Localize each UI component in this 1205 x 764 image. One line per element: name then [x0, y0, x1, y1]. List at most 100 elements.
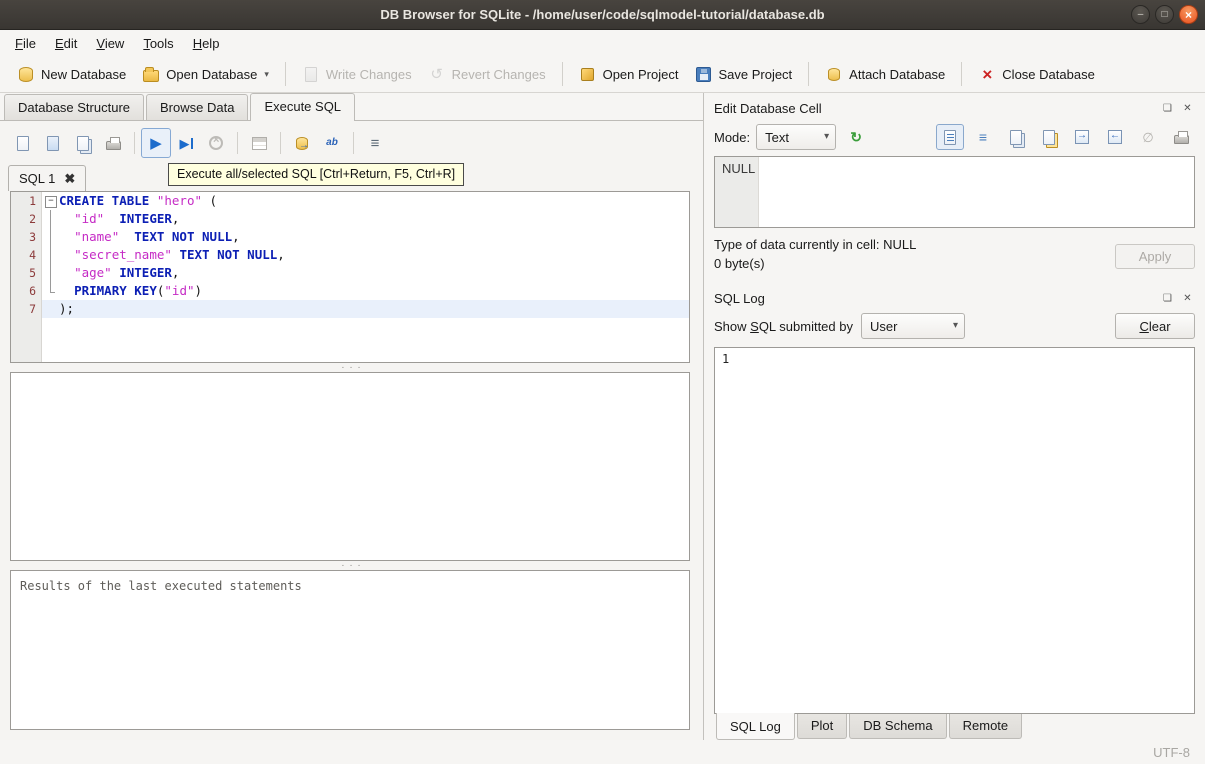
close-dock-icon[interactable]: ✕	[1180, 101, 1195, 116]
close-database-button[interactable]: × Close Database	[970, 60, 1103, 88]
main-toolbar: New Database Open Database ▾ Write Changes ↺…	[0, 56, 1205, 93]
word-wrap-button[interactable]: ≡	[969, 124, 997, 150]
submitted-by-combo[interactable]: User	[861, 313, 965, 339]
close-button[interactable]: ×	[1179, 5, 1198, 24]
attach-database-icon	[825, 65, 843, 83]
sql-log-title: SQL Log	[714, 291, 765, 306]
clear-button[interactable]: Clear	[1115, 313, 1195, 339]
dropdown-arrow-icon[interactable]: ▾	[264, 69, 269, 80]
tab-execute-sql[interactable]: Execute SQL	[250, 93, 356, 121]
mode-combo[interactable]: Text	[756, 124, 837, 150]
dock-tab-plot[interactable]: Plot	[796, 714, 848, 739]
line-number: 6	[29, 284, 36, 298]
new-database-button[interactable]: New Database	[9, 60, 134, 88]
code-text: "name" TEXT NOT NULL,	[74, 229, 240, 244]
statusbar: UTF-8	[0, 740, 1205, 764]
code-text: PRIMARY KEY("id")	[74, 283, 203, 298]
menubar: File Edit View Tools Help	[0, 30, 1205, 56]
print-cell-icon	[1172, 128, 1190, 146]
minimize-button[interactable]: –	[1131, 5, 1150, 24]
copy-cell-button[interactable]	[1002, 124, 1030, 150]
float-dock-icon-2[interactable]: ❏	[1160, 291, 1175, 306]
apply-button-label: Apply	[1138, 248, 1172, 264]
save-sql-file-as-button[interactable]	[68, 128, 98, 158]
sql-editor[interactable]: 1CREATE TABLE "hero" (2 "id" INTEGER,3 "…	[10, 191, 690, 363]
fold-marker-icon	[41, 210, 59, 228]
execute-current-line-button[interactable]: ▶	[171, 128, 201, 158]
toolbar-separator	[284, 62, 286, 86]
text-view-button[interactable]	[936, 124, 964, 150]
titlebar[interactable]: DB Browser for SQLite - /home/user/code/…	[0, 0, 1205, 30]
results-message-pane[interactable]: Results of the last executed statements	[10, 570, 690, 730]
execute-all-icon: ▶	[150, 134, 162, 152]
find-replace-button[interactable]: ab	[317, 128, 347, 158]
execute-all-button[interactable]: ▶	[141, 128, 171, 158]
submitted-by-value: User	[870, 318, 898, 334]
tab-database-structure[interactable]: Database Structure	[4, 94, 145, 120]
float-dock-icon[interactable]: ❏	[1160, 101, 1175, 116]
save-sql-file-icon	[44, 134, 62, 152]
set-as-null-icon: ∅	[1142, 129, 1154, 145]
splitter-handle-2[interactable]	[0, 561, 703, 570]
execute-sql-panel: Database Structure Browse Data Execute SQL…	[0, 93, 703, 740]
print-sql-button[interactable]	[98, 128, 128, 158]
code-text: "id" INTEGER,	[74, 211, 180, 226]
save-sql-file-as-icon	[74, 134, 92, 152]
line-number: 3	[29, 230, 36, 244]
stop-execution-icon	[207, 134, 225, 152]
execute-tooltip: Execute all/selected SQL [Ctrl+Return, F…	[168, 163, 465, 186]
import-from-file-icon	[1073, 128, 1091, 146]
menu-file[interactable]: File	[6, 32, 45, 55]
results-grid[interactable]	[10, 372, 690, 561]
splitter-handle[interactable]	[0, 363, 703, 372]
cell-size-info: 0 byte(s)	[714, 256, 765, 271]
open-project-button[interactable]: Open Project	[571, 60, 687, 88]
format-sql-button[interactable]: ≡	[360, 128, 390, 158]
toolbar-separator	[808, 62, 810, 86]
dock-tab-remote[interactable]: Remote	[948, 714, 1023, 739]
main-tabs: Database Structure Browse Data Execute SQL	[0, 93, 703, 121]
open-sql-file-button[interactable]	[8, 128, 38, 158]
export-to-file-button[interactable]	[1101, 124, 1129, 150]
write-changes-button: Write Changes	[294, 60, 420, 88]
auto-switch-mode-button[interactable]: ↻	[842, 124, 870, 150]
tab-sql-1[interactable]: SQL 1 ✖	[8, 165, 87, 191]
format-sql-icon: ≡	[370, 134, 380, 152]
line-number: 5	[29, 266, 36, 280]
line-number: 1	[29, 194, 36, 208]
import-from-file-button[interactable]	[1068, 124, 1096, 150]
fold-marker-icon[interactable]	[41, 192, 59, 210]
tab-browse-data[interactable]: Browse Data	[146, 94, 249, 120]
window-controls: – □ ×	[1131, 5, 1198, 24]
menu-tools[interactable]: Tools	[134, 32, 182, 55]
find-replace-icon: ab	[326, 137, 338, 148]
cell-editor-area[interactable]	[759, 157, 1194, 227]
export-results-icon	[293, 134, 311, 152]
maximize-button[interactable]: □	[1155, 5, 1174, 24]
sql-log-area[interactable]: 1	[714, 347, 1195, 714]
right-dock: Edit Database Cell ❏ ✕ Mode: Text ↻ ≡∅ N…	[704, 93, 1205, 740]
write-changes-icon	[302, 65, 320, 83]
export-results-button[interactable]	[287, 128, 317, 158]
close-tab-icon[interactable]: ✖	[64, 172, 75, 185]
print-cell-button[interactable]	[1167, 124, 1195, 150]
toolbar-separator	[961, 62, 963, 86]
close-dock-icon-2[interactable]: ✕	[1180, 291, 1195, 306]
open-database-button[interactable]: Open Database ▾	[134, 60, 277, 88]
save-project-button[interactable]: Save Project	[686, 60, 800, 88]
dock-tab-sql-log[interactable]: SQL Log	[716, 713, 795, 740]
paste-cell-button[interactable]	[1035, 124, 1063, 150]
word-wrap-icon: ≡	[978, 129, 988, 145]
menu-view[interactable]: View	[87, 32, 133, 55]
cell-type-info: Type of data currently in cell: NULL	[714, 237, 917, 252]
cell-editor[interactable]: NULL	[714, 156, 1195, 228]
save-sql-file-button[interactable]	[38, 128, 68, 158]
log-line-number: 1	[722, 352, 730, 366]
cell-info: Type of data currently in cell: NULL 0 b…	[714, 237, 916, 275]
attach-database-button[interactable]: Attach Database	[817, 60, 953, 88]
code-line: 7);	[11, 300, 689, 318]
dock-tab-db-schema[interactable]: DB Schema	[849, 714, 947, 739]
menu-help[interactable]: Help	[184, 32, 229, 55]
menu-edit[interactable]: Edit	[46, 32, 86, 55]
fold-marker-icon	[41, 264, 59, 282]
